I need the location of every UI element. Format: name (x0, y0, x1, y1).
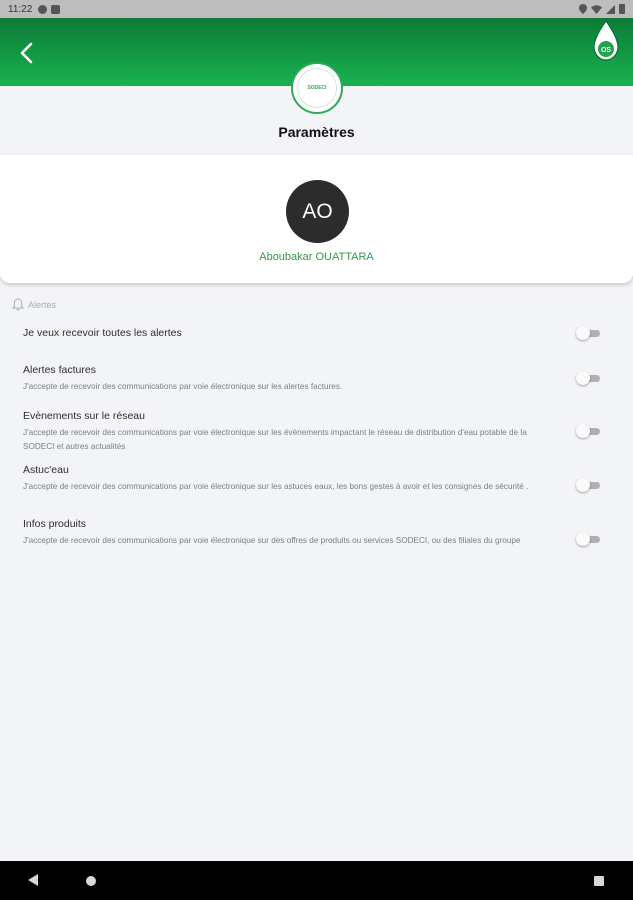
avatar: AO (286, 180, 349, 243)
alerts-section-label: Alertes (28, 299, 57, 310)
toggle-thumb (576, 478, 590, 492)
setting-title: Infos produits (23, 518, 87, 530)
brand-logo: SODECI (291, 62, 343, 114)
setting-title: Alertes factures (23, 364, 96, 376)
toggle-thumb (576, 371, 590, 385)
status-bar: 11:22 (0, 0, 633, 18)
alerts-section-header: Alertes (12, 298, 56, 311)
water-drop-icon: OS (593, 20, 619, 61)
status-icons (579, 4, 625, 14)
setting-description: J'accepte de recevoir des communications… (23, 536, 521, 545)
status-time: 11:22 (8, 3, 33, 15)
sd-card-icon (51, 4, 61, 14)
setting-row-evenements-reseau: Evènements sur le réseau J'accepte de re… (23, 410, 613, 454)
setting-title: Evènements sur le réseau (23, 410, 145, 422)
profile-name: Aboubakar OUATTARA (259, 251, 374, 263)
drop-logo-text: OS (601, 47, 611, 54)
wifi-icon (591, 4, 602, 14)
setting-title: Je veux recevoir toutes les alertes (23, 327, 182, 339)
nav-recent-apps-icon[interactable] (594, 876, 604, 886)
bell-icon (12, 298, 24, 311)
notification-icon (38, 4, 48, 14)
setting-row-astuceau: Astuc'eau J'accepte de recevoir des comm… (23, 464, 613, 494)
setting-row-infos-produits: Infos produits J'accepte de recevoir des… (23, 518, 613, 548)
toggle-infos-produits[interactable] (576, 532, 602, 546)
setting-description: J'accepte de recevoir des communications… (23, 382, 343, 391)
battery-icon (619, 4, 625, 14)
setting-description: J'accepte de recevoir des communications… (23, 428, 527, 451)
setting-row-alertes-factures: Alertes factures J'accepte de recevoir d… (23, 364, 613, 394)
brand-logo-text: SODECI (307, 85, 327, 91)
signal-icon (606, 4, 615, 14)
nav-back-icon[interactable] (28, 874, 38, 886)
toggle-thumb (576, 532, 590, 546)
toggle-thumb (576, 326, 590, 340)
toggle-all-alerts[interactable] (576, 326, 602, 340)
toggle-evenements-reseau[interactable] (576, 424, 602, 438)
setting-title: Astuc'eau (23, 464, 69, 476)
setting-description: J'accepte de recevoir des communications… (23, 482, 529, 491)
system-nav-bar (0, 861, 633, 900)
location-icon (579, 4, 587, 14)
nav-home-icon[interactable] (86, 876, 96, 886)
toggle-thumb (576, 424, 590, 438)
setting-row-all-alerts: Je veux recevoir toutes les alertes (23, 327, 613, 339)
toggle-alertes-factures[interactable] (576, 371, 602, 385)
profile-card: AO Aboubakar OUATTARA (0, 155, 633, 283)
brand-logo-inner: SODECI (297, 68, 337, 108)
toggle-astuceau[interactable] (576, 478, 602, 492)
page-title: Paramètres (278, 124, 355, 140)
arrow-left-icon (20, 42, 33, 64)
back-button[interactable] (14, 40, 40, 66)
